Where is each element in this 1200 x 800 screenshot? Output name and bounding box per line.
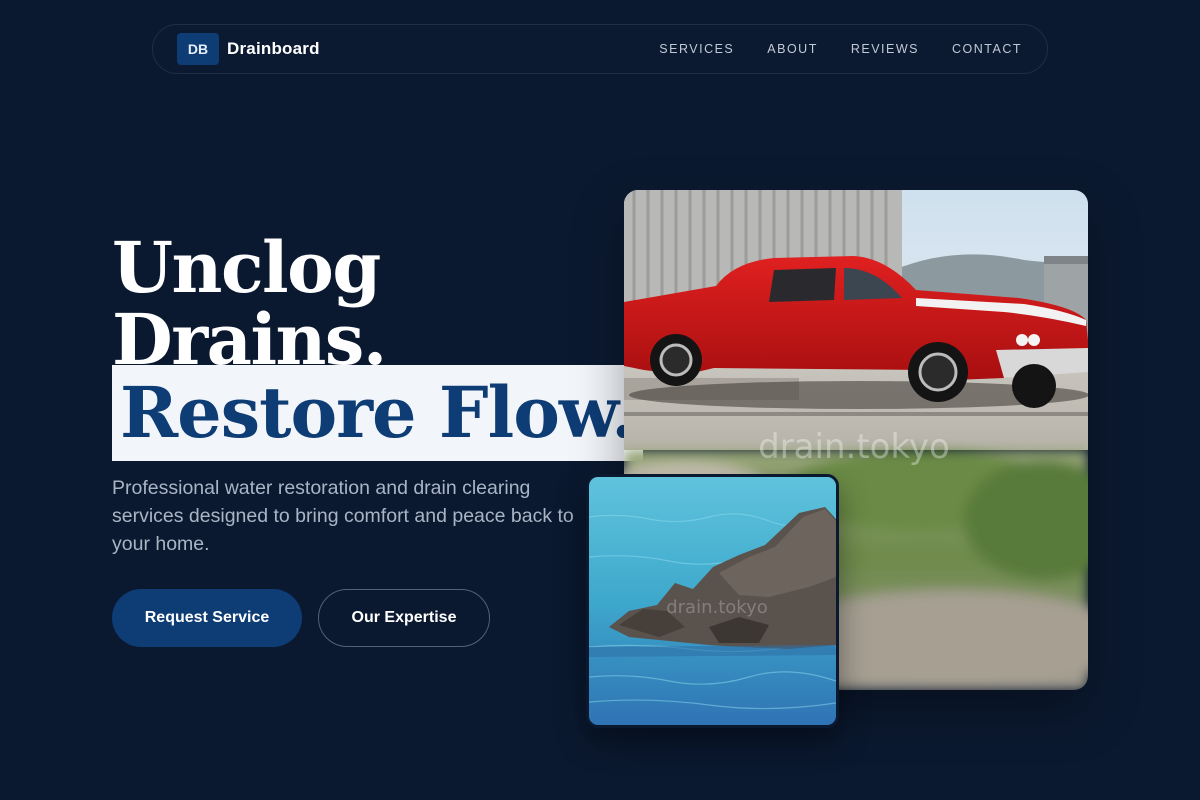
nav-link-about[interactable]: ABOUT: [767, 42, 818, 56]
brand[interactable]: DB Drainboard: [177, 33, 320, 65]
nav-links: SERVICES ABOUT REVIEWS CONTACT: [659, 42, 1023, 56]
request-service-button[interactable]: Request Service: [112, 589, 302, 647]
our-expertise-button[interactable]: Our Expertise: [318, 589, 490, 647]
brand-name: Drainboard: [227, 39, 320, 58]
hero-image-rocks: drain.tokyo: [586, 474, 839, 728]
rocks-photo-illustration: drain.tokyo: [589, 477, 836, 725]
watermark-main: drain.tokyo: [758, 427, 950, 467]
watermark-small: drain.tokyo: [666, 597, 768, 618]
hero-description: Professional water restoration and drain…: [112, 477, 574, 555]
hero-highlight: Restore Flow.: [112, 365, 643, 461]
logo-badge: DB: [177, 33, 219, 65]
hero-title: Unclog Drains. Restore Flow.: [112, 226, 643, 461]
nav-link-contact[interactable]: CONTACT: [952, 42, 1022, 56]
nav-link-reviews[interactable]: REVIEWS: [851, 42, 919, 56]
nav-link-services[interactable]: SERVICES: [659, 42, 734, 56]
top-nav: DB Drainboard SERVICES ABOUT REVIEWS CON…: [152, 24, 1048, 74]
hero-line-1: Unclog: [112, 226, 381, 309]
